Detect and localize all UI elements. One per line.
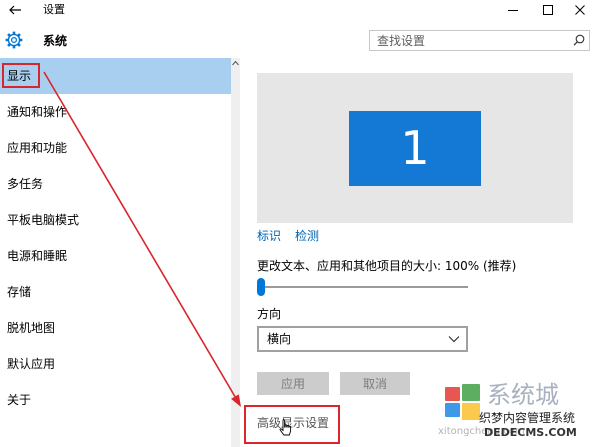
sidebar-item-notifications[interactable]: 通知和操作 bbox=[0, 94, 231, 130]
gear-icon bbox=[4, 30, 24, 50]
search-box bbox=[369, 30, 590, 51]
scroll-up-icon[interactable] bbox=[232, 60, 239, 66]
scale-slider[interactable] bbox=[257, 278, 468, 296]
search-icon[interactable] bbox=[573, 34, 585, 46]
advanced-display-settings-link[interactable]: 高级显示设置 bbox=[257, 416, 329, 430]
apply-button[interactable]: 应用 bbox=[257, 372, 329, 395]
sidebar-item-storage[interactable]: 存储 bbox=[0, 274, 231, 310]
title-bar: 设置 bbox=[0, 0, 592, 22]
watermark: 系统城 织梦内容管理系统 xitongcheng.com DEDECMS.COM bbox=[432, 378, 592, 447]
watermark-brand: 系统城 bbox=[487, 381, 559, 409]
maximize-icon[interactable] bbox=[542, 4, 554, 16]
sidebar-scrollbar[interactable] bbox=[231, 58, 240, 447]
watermark-url: xitongcheng.com bbox=[438, 426, 525, 437]
scale-label: 更改文本、应用和其他项目的大小: 100% (推荐) bbox=[257, 259, 517, 273]
search-input[interactable] bbox=[369, 30, 590, 51]
sidebar-item-display[interactable]: 显示 bbox=[0, 58, 231, 94]
watermark-logo-icon bbox=[445, 384, 480, 420]
window-title: 设置 bbox=[43, 3, 65, 16]
sidebar-item-apps-features[interactable]: 应用和功能 bbox=[0, 130, 231, 166]
orientation-dropdown[interactable]: 横向 bbox=[257, 326, 468, 352]
sidebar-item-tablet-mode[interactable]: 平板电脑模式 bbox=[0, 202, 231, 238]
watermark-cms-url: DEDECMS.COM bbox=[484, 426, 577, 439]
sidebar-item-power-sleep[interactable]: 电源和睡眠 bbox=[0, 238, 231, 274]
sidebar-item-default-apps[interactable]: 默认应用 bbox=[0, 346, 231, 382]
identify-link[interactable]: 标识 bbox=[257, 229, 281, 243]
sidebar-nav: 显示 通知和操作 应用和功能 多任务 平板电脑模式 电源和睡眠 存储 脱机地图 … bbox=[0, 58, 231, 418]
cancel-button[interactable]: 取消 bbox=[340, 372, 410, 395]
sidebar-item-about[interactable]: 关于 bbox=[0, 382, 231, 418]
hand-cursor-icon bbox=[279, 419, 292, 436]
chevron-down-icon bbox=[448, 334, 460, 344]
scale-slider-track[interactable] bbox=[257, 286, 468, 288]
detect-link[interactable]: 检测 bbox=[295, 229, 319, 243]
orientation-value: 横向 bbox=[267, 332, 292, 346]
sidebar-item-multitasking[interactable]: 多任务 bbox=[0, 166, 231, 202]
back-arrow-icon[interactable] bbox=[8, 3, 22, 17]
scale-slider-thumb[interactable] bbox=[257, 278, 265, 296]
display-preview: 1 bbox=[257, 73, 573, 223]
watermark-cms-name: 织梦内容管理系统 bbox=[479, 411, 576, 425]
orientation-label: 方向 bbox=[257, 307, 282, 321]
close-icon[interactable] bbox=[574, 4, 586, 16]
sidebar-item-offline-maps[interactable]: 脱机地图 bbox=[0, 310, 231, 346]
monitor-1[interactable]: 1 bbox=[349, 111, 481, 186]
page-title: 系统 bbox=[43, 34, 68, 48]
minimize-icon[interactable] bbox=[507, 4, 519, 16]
